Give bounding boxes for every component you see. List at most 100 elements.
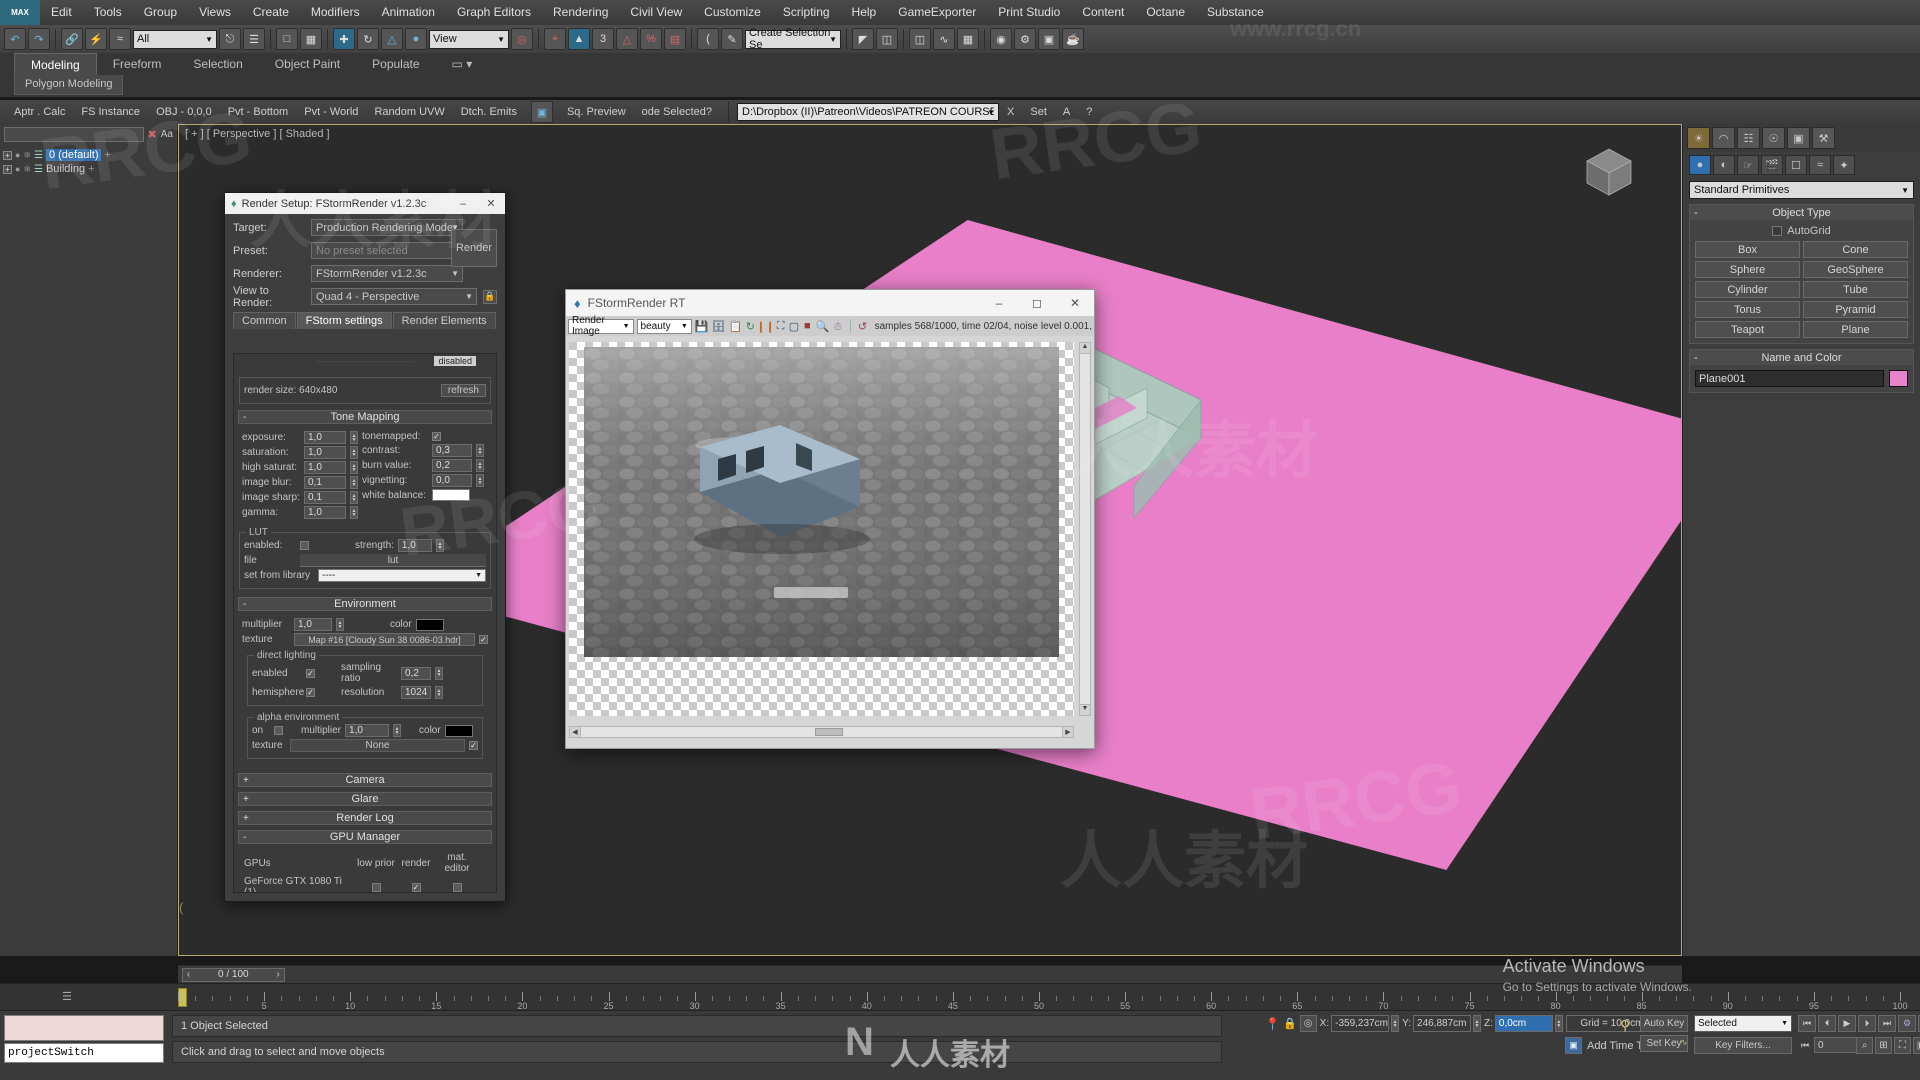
- coord-spinner[interactable]: ▲ ▼: [1391, 1015, 1400, 1032]
- gpu-1-mat-checkbox[interactable]: [452, 882, 462, 892]
- lut-enabled-checkbox[interactable]: [300, 541, 309, 550]
- key-mode-toggle-icon[interactable]: ⚲: [1620, 1017, 1630, 1034]
- coord-value-input[interactable]: 0,0cm: [1494, 1015, 1553, 1032]
- project-path-field[interactable]: D:\Dropbox (II)\Patreon\Videos\PATREON C…: [737, 103, 1000, 121]
- spinner-snap-toggle-icon[interactable]: %: [640, 28, 662, 50]
- fstorm-rt-window[interactable]: ♦ FStormRender RT – ◻ ✕ Render Image ▼ b…: [565, 289, 1095, 749]
- prev-key-icon[interactable]: ⏴: [1818, 1015, 1836, 1032]
- tonemap-highsaturat-input[interactable]: 1,0: [304, 461, 346, 474]
- zoom-extents-icon[interactable]: ⛶: [1894, 1037, 1911, 1054]
- sampling-ratio-spinner[interactable]: ▲ ▼: [435, 666, 443, 680]
- menu-item-rendering[interactable]: Rendering: [542, 0, 619, 25]
- alpha-color-swatch[interactable]: [444, 724, 473, 737]
- render-setup-dialog[interactable]: ♦ Render Setup: FStormRender v1.2.3c – ✕…: [224, 192, 506, 902]
- tonemap-gamma-input[interactable]: 1,0: [304, 506, 346, 519]
- scene-explorer-search-input[interactable]: [4, 126, 144, 142]
- object-name-input[interactable]: Plane001: [1695, 370, 1884, 387]
- maximize-icon[interactable]: ◻: [1018, 290, 1056, 316]
- environment-multiplier-input[interactable]: 1,0: [294, 618, 332, 631]
- space-warps-icon[interactable]: ≈: [1809, 155, 1831, 175]
- tonemap-contrast-spinner[interactable]: ▲ ▼: [476, 444, 484, 457]
- gpu-1-low-checkbox[interactable]: [371, 882, 381, 892]
- object-type-geosphere[interactable]: GeoSphere: [1803, 261, 1908, 278]
- reload-icon[interactable]: ↻: [745, 319, 755, 334]
- tonemap-imageblur-spinner[interactable]: ▲ ▼: [350, 476, 358, 489]
- object-type-teapot[interactable]: Teapot: [1695, 321, 1800, 338]
- minimize-icon[interactable]: –: [449, 193, 477, 214]
- object-type-torus[interactable]: Torus: [1695, 301, 1800, 318]
- rt-vertical-scrollbar[interactable]: ▲ ▼: [1079, 342, 1091, 716]
- absolute-relative-mode-icon[interactable]: ◎: [1299, 1015, 1317, 1032]
- coord-spinner[interactable]: ▲ ▼: [1473, 1015, 1482, 1032]
- rollout-camera[interactable]: + Camera: [238, 773, 492, 787]
- menu-item-scripting[interactable]: Scripting: [772, 0, 841, 25]
- create-tab[interactable]: ☀: [1687, 127, 1710, 149]
- current-frame-field[interactable]: 0: [1814, 1037, 1858, 1053]
- object-type-sphere[interactable]: Sphere: [1695, 261, 1800, 278]
- scene-explorer-layer-name[interactable]: 0 (default): [45, 149, 102, 161]
- object-color-swatch[interactable]: [1889, 370, 1908, 387]
- edit-named-selection-icon[interactable]: ▤: [664, 28, 686, 50]
- scene-explorer-layer-row[interactable]: + ● ❄ ☰ Building +: [3, 162, 174, 176]
- denoise-icon[interactable]: ☃: [832, 319, 842, 334]
- pin-stack-icon[interactable]: 📍: [1265, 1017, 1280, 1031]
- menu-item-content[interactable]: Content: [1071, 0, 1135, 25]
- scene-explorer-layer-name[interactable]: Building: [46, 163, 85, 175]
- scroll-up-icon[interactable]: ▲: [1080, 343, 1090, 354]
- primitive-category-dropdown[interactable]: Standard Primitives ▼: [1689, 181, 1914, 199]
- object-type-tube[interactable]: Tube: [1803, 281, 1908, 298]
- tonemap-imageblur-input[interactable]: 0,1: [304, 476, 346, 489]
- menu-item-tools[interactable]: Tools: [83, 0, 133, 25]
- tonemap-imagesharp-spinner[interactable]: ▲ ▼: [350, 491, 358, 504]
- display-tab[interactable]: ▣: [1787, 127, 1810, 149]
- rt-render-canvas[interactable]: [569, 342, 1074, 716]
- tonemap-burnvalue-spinner[interactable]: ▲ ▼: [476, 459, 484, 472]
- sampling-ratio-input[interactable]: 0,2: [401, 666, 431, 680]
- render-setup-tab-render-elements[interactable]: Render Elements: [392, 312, 496, 329]
- use-pivot-point-center-icon[interactable]: ◎: [511, 28, 533, 50]
- maxscript-mini-listener-output[interactable]: [4, 1015, 164, 1041]
- window-crossing-icon[interactable]: ▦: [300, 28, 322, 50]
- key-filters-button[interactable]: Key Filters...: [1694, 1037, 1792, 1054]
- minimize-icon[interactable]: –: [980, 290, 1018, 316]
- redo-arrow-icon[interactable]: ↷: [28, 28, 50, 50]
- lights-icon[interactable]: ☞: [1737, 155, 1759, 175]
- script-button-ode-selected[interactable]: ode Selected?: [634, 101, 720, 123]
- zoom-all-icon[interactable]: ⊞: [1875, 1037, 1892, 1054]
- script-button-fs-instance[interactable]: FS Instance: [73, 101, 148, 123]
- next-key-icon[interactable]: ⏵: [1858, 1015, 1876, 1032]
- prev-frame-icon[interactable]: ‹: [183, 969, 194, 980]
- object-type-cylinder[interactable]: Cylinder: [1695, 281, 1800, 298]
- select-and-uniform-scale-icon[interactable]: △: [381, 28, 403, 50]
- script-button-obj-0-0-0[interactable]: OBJ - 0,0,0: [148, 101, 220, 123]
- tonemap-whitebalance-swatch[interactable]: [432, 489, 470, 501]
- lock-view-icon[interactable]: 🔒: [483, 289, 497, 304]
- object-type-cone[interactable]: Cone: [1803, 241, 1908, 258]
- path-set-button[interactable]: Set: [1022, 101, 1055, 123]
- resolution-spinner[interactable]: ▲ ▼: [435, 686, 443, 699]
- script-button-sq-preview[interactable]: Sq. Preview: [559, 101, 634, 123]
- tonemap-saturation-input[interactable]: 1,0: [304, 446, 346, 459]
- alpha-on-checkbox[interactable]: [274, 726, 283, 735]
- hemisphere-checkbox[interactable]: [306, 688, 315, 697]
- script-button-pvt-world[interactable]: Pvt - World: [296, 101, 366, 123]
- motion-tab[interactable]: ☉: [1762, 127, 1785, 149]
- viewcube-icon[interactable]: [1581, 145, 1637, 201]
- refresh-render-icon[interactable]: ↺: [857, 319, 867, 334]
- menu-item-octane[interactable]: Octane: [1135, 0, 1196, 25]
- tonemap-highsaturat-spinner[interactable]: ▲ ▼: [350, 461, 358, 474]
- renderer-dropdown[interactable]: FStormRender v1.2.3c ▼: [311, 265, 463, 282]
- close-icon[interactable]: ✕: [1056, 290, 1094, 316]
- snaps-toggle-icon[interactable]: ⌖: [544, 28, 566, 50]
- freeze-icon[interactable]: ❄: [23, 164, 31, 175]
- lut-library-dropdown[interactable]: ---- ▼: [318, 569, 486, 582]
- visibility-icon[interactable]: ●: [15, 164, 20, 174]
- tone-mapping-header[interactable]: - Tone Mapping: [238, 410, 492, 424]
- path-a-button[interactable]: A: [1055, 101, 1078, 123]
- autogrid-checkbox[interactable]: [1772, 226, 1783, 236]
- menu-item-views[interactable]: Views: [188, 0, 242, 25]
- bind-to-space-warp-icon[interactable]: ≈: [109, 28, 131, 50]
- rt-titlebar[interactable]: ♦ FStormRender RT – ◻ ✕: [566, 290, 1094, 316]
- rectangular-selection-region-icon[interactable]: □: [276, 28, 298, 50]
- alpha-multiplier-input[interactable]: 1,0: [345, 724, 390, 737]
